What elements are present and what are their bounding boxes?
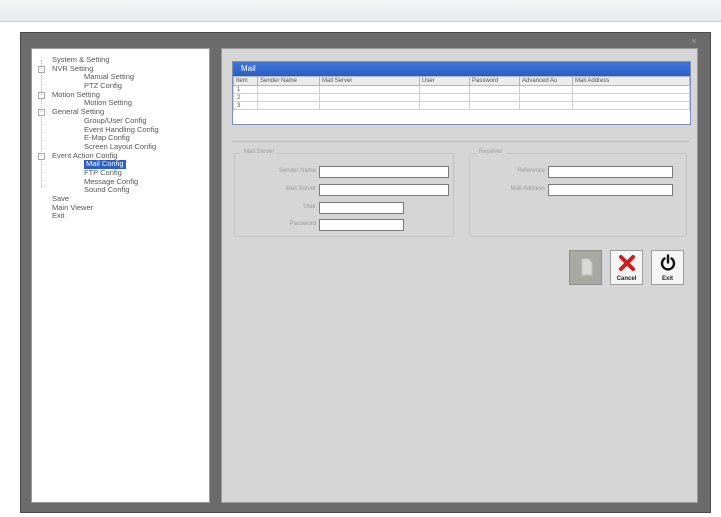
mail-list: Mail Item Sender Name Mail Server User P… bbox=[232, 61, 691, 125]
table-cell bbox=[257, 93, 320, 102]
mail-config-panel: Mail Item Sender Name Mail Server User P… bbox=[221, 48, 698, 503]
table-cell bbox=[419, 101, 470, 110]
table-cell: 2 bbox=[233, 93, 258, 102]
mail-server-group: Mail Server Sender Name Mail Server User… bbox=[234, 149, 454, 237]
password-row: Password bbox=[290, 219, 404, 231]
tree-item-label: Exit bbox=[52, 211, 65, 221]
mail-server-row: Mail Server bbox=[286, 184, 449, 196]
power-icon bbox=[660, 254, 675, 271]
reference-row: Reference bbox=[517, 166, 673, 178]
table-row[interactable]: 3 bbox=[233, 101, 690, 110]
user-field[interactable] bbox=[319, 202, 404, 214]
mail-server-group-title: Mail Server bbox=[241, 149, 278, 155]
sender-name-label: Sender Name bbox=[278, 168, 316, 174]
cancel-label: Cancel bbox=[616, 276, 637, 282]
table-cell bbox=[257, 101, 320, 110]
collapse-toggle-icon[interactable]: - bbox=[38, 65, 45, 73]
reference-label: Reference bbox=[517, 168, 545, 174]
table-cell bbox=[419, 85, 470, 94]
table-cell: 3 bbox=[233, 101, 258, 110]
table-cell bbox=[519, 93, 573, 102]
top-toolbar-strip bbox=[0, 0, 721, 22]
table-cell bbox=[469, 93, 520, 102]
mail-address-field[interactable] bbox=[548, 184, 673, 196]
table-row[interactable]: 2 bbox=[233, 93, 690, 102]
column-header-sender-name[interactable]: Sender Name bbox=[257, 76, 320, 86]
sender-name-field[interactable] bbox=[319, 166, 449, 178]
table-cell bbox=[572, 85, 690, 94]
collapse-toggle-icon[interactable]: - bbox=[38, 152, 45, 160]
column-header-advanced-auth[interactable]: Advanced Au bbox=[519, 76, 573, 86]
user-row: User bbox=[303, 202, 404, 214]
exit-label: Exit bbox=[661, 276, 673, 282]
password-label: Password bbox=[289, 221, 316, 227]
apply-icon bbox=[581, 258, 592, 276]
cancel-x-icon bbox=[618, 255, 635, 271]
collapse-toggle-icon[interactable]: - bbox=[38, 109, 45, 117]
table-cell bbox=[572, 101, 690, 110]
table-cell bbox=[319, 93, 420, 102]
mail-table-body: 123 bbox=[233, 85, 690, 110]
table-cell bbox=[572, 93, 690, 102]
table-cell bbox=[519, 101, 573, 110]
navigation-tree: System & Setting - NVR Setting Manual Setti… bbox=[31, 48, 210, 503]
table-cell bbox=[419, 93, 470, 102]
tree-item-label: Sound Config bbox=[84, 185, 130, 195]
sender-name-row: Sender Name bbox=[279, 166, 449, 178]
tree-item[interactable]: Exit bbox=[32, 212, 209, 221]
mail-table-header: Item Sender Name Mail Server User Passwo… bbox=[233, 76, 690, 86]
mail-list-title: Mail bbox=[233, 62, 690, 76]
close-icon[interactable]: ✕ bbox=[688, 38, 700, 46]
table-cell: 1 bbox=[233, 85, 258, 94]
tree-items: System & Setting - NVR Setting Manual Setti… bbox=[32, 55, 209, 221]
table-cell bbox=[257, 85, 320, 94]
password-field[interactable] bbox=[319, 219, 404, 231]
mail-address-row: Mail Address bbox=[511, 184, 673, 196]
table-cell bbox=[469, 101, 520, 110]
mail-address-label: Mail Address bbox=[510, 186, 545, 192]
cancel-button[interactable]: Cancel bbox=[610, 250, 643, 285]
mail-server-label: Mail Server bbox=[285, 186, 316, 192]
column-header-item[interactable]: Item bbox=[233, 76, 258, 86]
apply-button[interactable] bbox=[569, 250, 602, 285]
reference-field[interactable] bbox=[548, 166, 673, 178]
exit-button[interactable]: Exit bbox=[651, 250, 684, 285]
table-cell bbox=[319, 85, 420, 94]
column-header-user[interactable]: User bbox=[419, 76, 470, 86]
table-cell bbox=[469, 85, 520, 94]
mail-server-field[interactable] bbox=[319, 184, 449, 196]
column-header-password[interactable]: Password bbox=[469, 76, 520, 86]
user-label: User bbox=[303, 204, 316, 210]
table-row[interactable]: 1 bbox=[233, 85, 690, 94]
receiver-group: Receiver Reference Mail Address bbox=[469, 149, 687, 237]
receiver-group-title: Receiver bbox=[476, 149, 506, 155]
table-cell bbox=[319, 101, 420, 110]
section-divider bbox=[232, 141, 689, 142]
mail-table: Item Sender Name Mail Server User Passwo… bbox=[233, 76, 690, 110]
collapse-toggle-icon[interactable]: - bbox=[38, 91, 45, 99]
column-header-mail-server[interactable]: Mail Server bbox=[319, 76, 420, 86]
column-header-mail-address[interactable]: Mail Address bbox=[572, 76, 690, 86]
table-cell bbox=[519, 85, 573, 94]
